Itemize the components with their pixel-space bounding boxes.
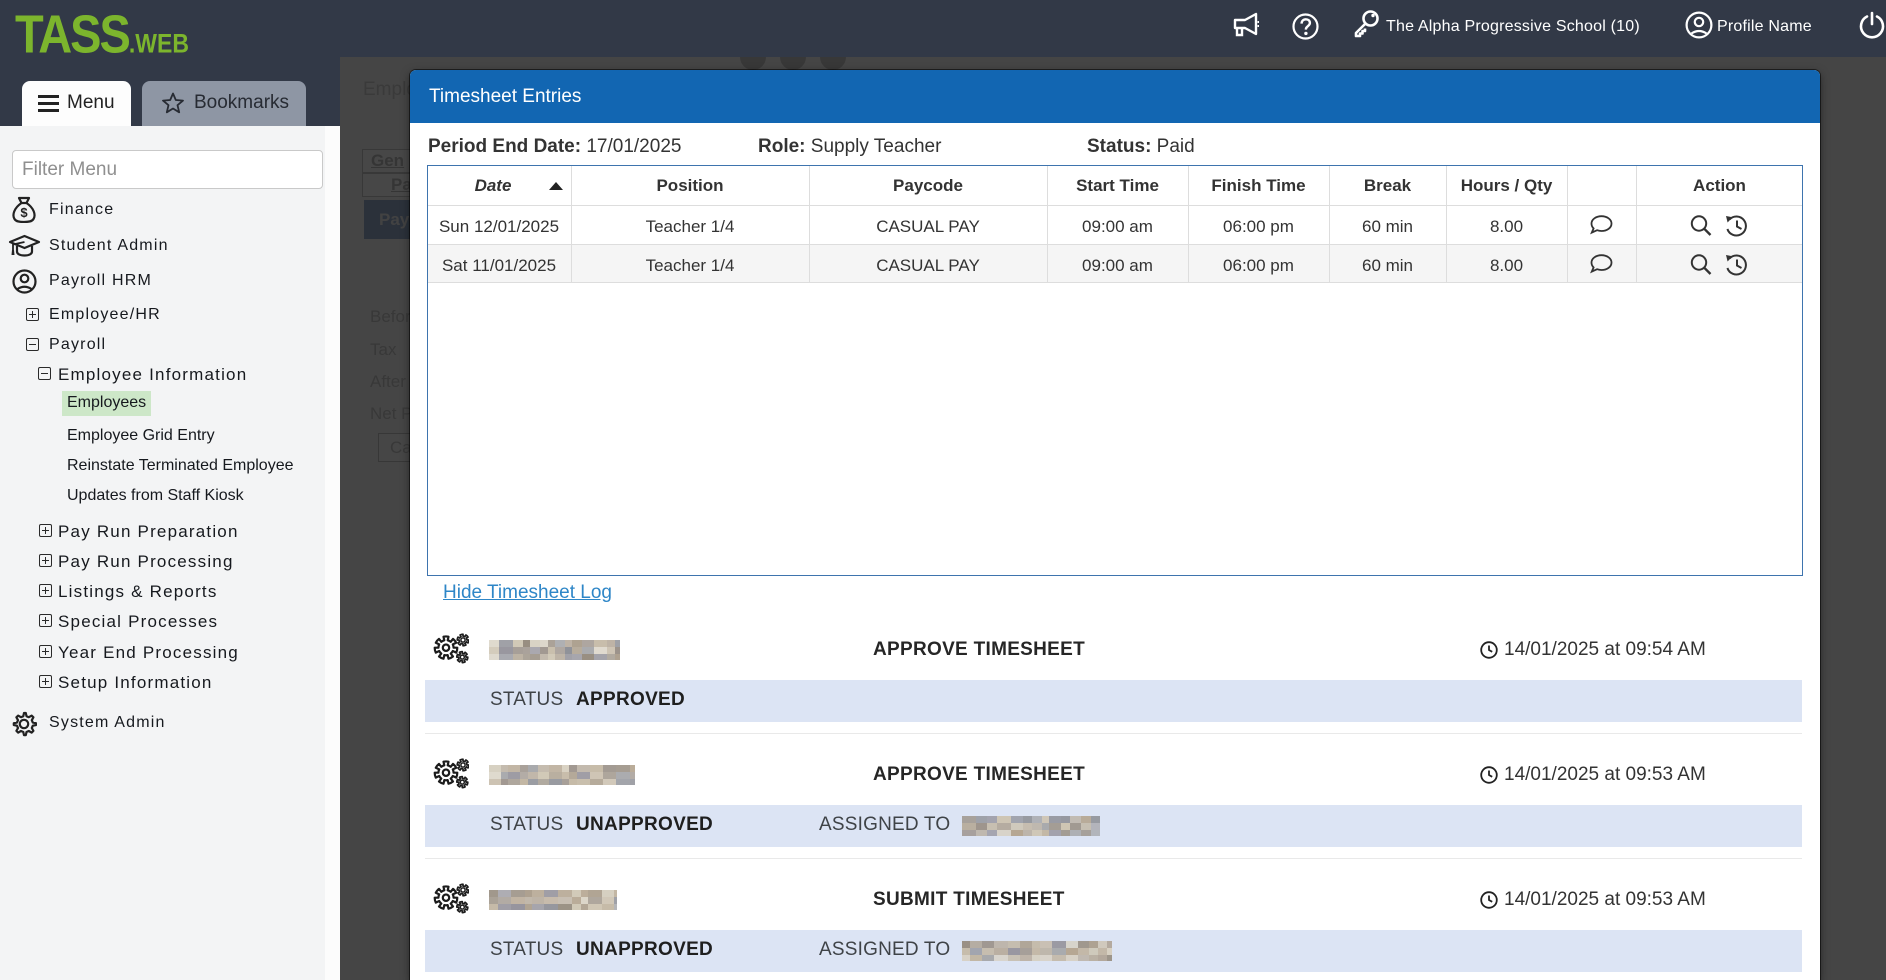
svg-text:$: $ <box>20 205 28 220</box>
